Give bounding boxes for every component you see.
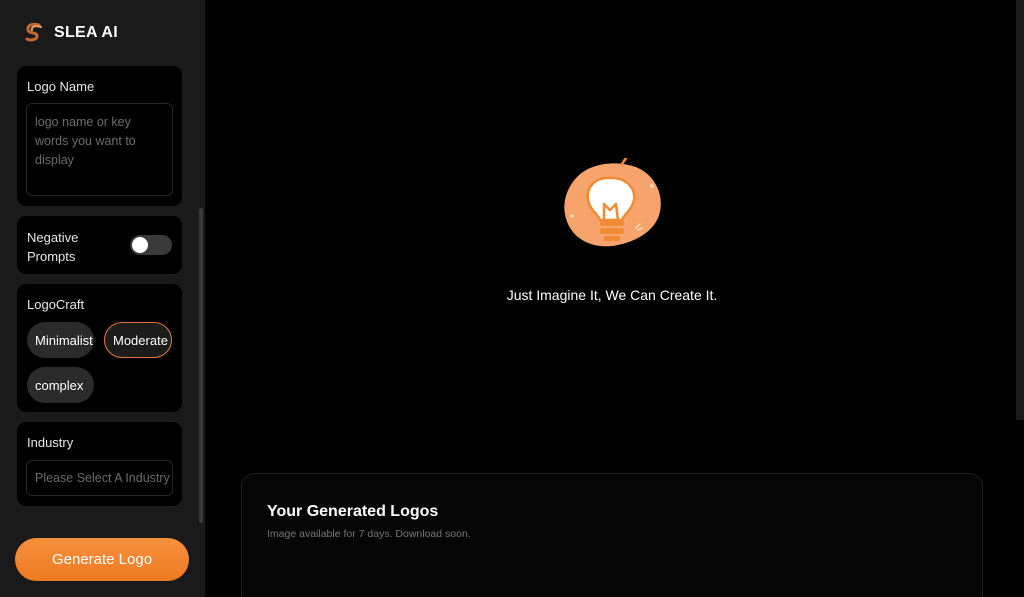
main-scrollbar[interactable] — [1016, 0, 1024, 420]
lightbulb-icon — [564, 158, 661, 247]
logocraft-option-complex[interactable]: complex — [27, 367, 94, 403]
brand-name: SLEA AI — [54, 24, 119, 41]
negative-prompts-card: Negative Prompts — [17, 216, 182, 274]
logocraft-label: LogoCraft — [27, 297, 85, 312]
logocraft-option-minimalist[interactable]: Minimalist — [27, 322, 94, 358]
sidebar: SLEA AI Logo Name Negative Prompts LogoC… — [0, 0, 205, 597]
industry-label: Industry — [27, 435, 74, 450]
logocraft-option-moderate[interactable]: Moderate — [104, 322, 172, 358]
negative-prompts-label: Negative Prompts — [27, 230, 79, 264]
negative-prompts-toggle[interactable] — [130, 235, 172, 255]
logo-name-label: Logo Name — [27, 79, 95, 94]
industry-card: Industry Please Select A Industry — [17, 422, 182, 506]
brand[interactable]: SLEA AI — [24, 22, 118, 44]
logo-name-card: Logo Name — [17, 66, 182, 206]
tagline: Just Imagine It, We Can Create It. — [506, 287, 718, 303]
industry-select[interactable]: Please Select A Industry — [26, 460, 173, 496]
logo-name-input[interactable] — [26, 103, 173, 196]
sidebar-scrollbar[interactable] — [199, 208, 203, 523]
generated-logos-title: Your Generated Logos — [267, 503, 439, 520]
slea-logo-icon — [25, 22, 42, 42]
toggle-knob — [132, 237, 148, 253]
generate-logo-button[interactable]: Generate Logo — [15, 538, 189, 581]
generated-logos-panel: Your Generated Logos Image available for… — [241, 473, 983, 597]
generated-logos-subtitle: Image available for 7 days. Download soo… — [267, 528, 471, 540]
logocraft-card: LogoCraft Minimalist Moderate complex — [17, 284, 182, 412]
